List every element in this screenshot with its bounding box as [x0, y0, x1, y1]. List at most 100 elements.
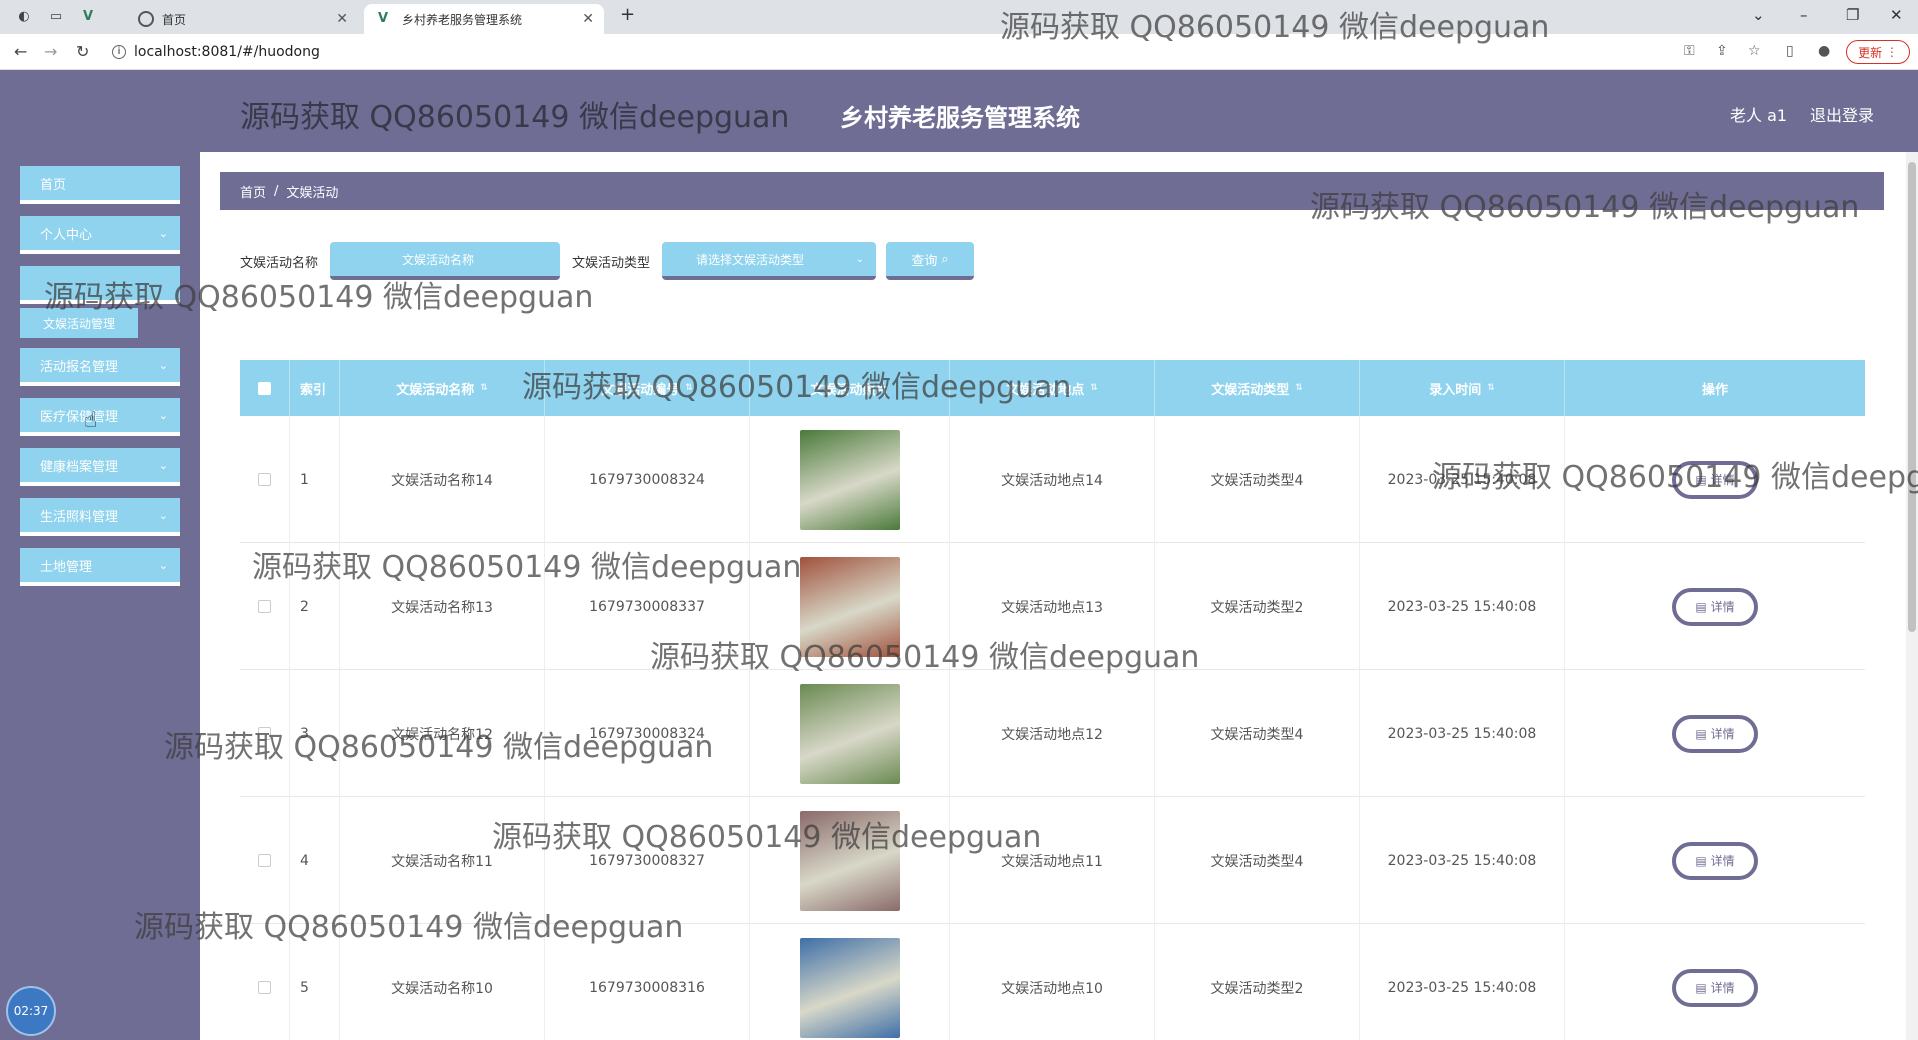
type-select-placeholder: 请选择文娱活动类型 — [696, 252, 805, 267]
chevron-down-icon[interactable]: ⌄ — [1752, 6, 1765, 24]
activity-photo[interactable] — [799, 683, 900, 784]
tab-home[interactable]: 首页 ✕ — [108, 4, 358, 34]
current-user: 老人 a1 — [1730, 106, 1788, 125]
clock-badge: 02:37 — [6, 986, 56, 1036]
detail-button[interactable]: ▤ 详情 — [1672, 460, 1758, 499]
row-checkbox[interactable] — [258, 854, 271, 867]
action-cell: ▤ 详情 — [1565, 670, 1865, 797]
vue-icon[interactable]: V — [80, 9, 96, 25]
chevron-down-icon: ⌄ — [158, 358, 168, 372]
activity-photo[interactable] — [799, 429, 900, 530]
window-close-icon[interactable]: ✕ — [1890, 6, 1903, 24]
restore-icon[interactable]: ❐ — [1846, 6, 1859, 24]
sidebar-item-activity[interactable] — [20, 266, 180, 304]
sidepanel-icon[interactable]: ▯ — [1786, 43, 1794, 59]
search-icon: ⌕ — [941, 251, 949, 267]
sidebar-item-label: 个人中心 — [40, 227, 93, 243]
code-cell: 1679730008316 — [545, 924, 750, 1040]
row-select-cell — [240, 924, 290, 1040]
sort-icon[interactable]: ⇅ — [480, 383, 488, 393]
column-header[interactable]: 文娱活动类型 ⇅ — [1155, 360, 1360, 416]
column-header-label: 文娱活动地点 — [1006, 382, 1085, 398]
url-field[interactable]: i localhost:8081/#/huodong — [112, 42, 320, 62]
entry-time: 2023-03-25 15:40:08 — [1387, 471, 1537, 488]
sidebar-item-care[interactable]: 生活照料管理 ⌄ — [20, 498, 180, 536]
column-header[interactable]: 文娱活动名称 ⇅ — [340, 360, 545, 416]
row-checkbox[interactable] — [258, 727, 271, 740]
sidebar-item-home[interactable]: 首页 — [20, 166, 180, 204]
key-icon[interactable]: ⚿ — [1684, 43, 1695, 59]
logout-link[interactable]: 退出登录 — [1810, 102, 1874, 126]
action-cell: ▤ 详情 — [1565, 924, 1865, 1040]
page-scrollbar[interactable] — [1906, 152, 1918, 1040]
index-cell: 4 — [290, 797, 340, 924]
chevron-down-icon: ⌄ — [158, 408, 168, 422]
info-icon[interactable]: i — [112, 45, 126, 59]
chevron-down-icon: ⌄ — [158, 226, 168, 240]
sidebar-item-personal[interactable]: 个人中心 ⌄ — [20, 216, 180, 254]
sort-icon[interactable]: ⇅ — [1295, 383, 1303, 393]
column-header[interactable]: 录入时间 ⇅ — [1360, 360, 1565, 416]
select-all-checkbox[interactable] — [258, 381, 271, 395]
name-search-input[interactable]: 文娱活动名称 — [330, 242, 561, 280]
type-search-label: 文娱活动类型 — [572, 255, 651, 271]
column-header[interactable]: 文娱活动地点 ⇅ — [950, 360, 1155, 416]
profile-icon[interactable]: ● — [1818, 43, 1830, 59]
sidebar-item-label: 首页 — [40, 177, 67, 193]
sort-icon[interactable]: ⇅ — [1487, 383, 1495, 393]
sort-icon[interactable]: ⇅ — [685, 383, 693, 393]
row-checkbox[interactable] — [258, 473, 271, 486]
table-header: 索引 文娱活动名称 ⇅ 文娱活动编号 ⇅ 文娱活动照片 文娱活动地点 ⇅ 文娱活动类型… — [240, 360, 1865, 416]
code-cell: 1679730008337 — [545, 543, 750, 670]
breadcrumb: 首页 / 文娱活动 — [220, 172, 1884, 210]
column-header: 文娱活动照片 — [750, 360, 950, 416]
sidebar-item-label: 医疗保健管理 — [40, 409, 119, 425]
photo-cell — [750, 924, 950, 1040]
activity-photo[interactable] — [799, 810, 900, 911]
sidebar-item-land[interactable]: 土地管理 ⌄ — [20, 548, 180, 586]
activity-photo[interactable] — [799, 937, 900, 1038]
sort-icon[interactable]: ⇅ — [1090, 383, 1098, 393]
row-checkbox[interactable] — [258, 600, 271, 613]
close-icon[interactable]: ✕ — [582, 11, 594, 27]
scrollbar-thumb[interactable] — [1908, 162, 1916, 632]
new-tab-icon[interactable]: + — [620, 4, 635, 25]
detail-button[interactable]: ▤ 详情 — [1672, 968, 1758, 1007]
chevron-down-icon: ⌄ — [158, 458, 168, 472]
detail-button[interactable]: ▤ 详情 — [1672, 714, 1758, 753]
location-cell: 文娱活动地点13 — [950, 543, 1155, 670]
index-cell: 2 — [290, 543, 340, 670]
vue-icon: V — [378, 11, 389, 26]
tab-system[interactable]: V 乡村养老服务管理系统 ✕ — [364, 4, 604, 34]
breadcrumb-home[interactable]: 首页 — [240, 182, 266, 201]
tab-blank-icon[interactable]: ▭ — [48, 9, 64, 25]
sidebar-item-health[interactable]: 健康档案管理 ⌄ — [20, 448, 180, 486]
detail-button[interactable]: ▤ 详情 — [1672, 587, 1758, 626]
query-button[interactable]: 查询 ⌕ — [886, 242, 975, 280]
row-checkbox[interactable] — [258, 981, 271, 994]
type-cell: 文娱活动类型4 — [1155, 670, 1360, 797]
close-icon[interactable]: ✕ — [336, 11, 348, 27]
sidebar-subitem-activity-manage[interactable]: 文娱活动管理 — [20, 308, 138, 338]
forward-icon[interactable]: → — [44, 42, 57, 61]
column-header-label: 文娱活动类型 — [1211, 382, 1290, 398]
photo-cell — [750, 670, 950, 797]
time-cell: 2023-03-25 15:40:08 — [1360, 670, 1565, 797]
sidebar-subitem-label: 文娱活动管理 — [42, 316, 115, 331]
column-header[interactable]: 文娱活动编号 ⇅ — [545, 360, 750, 416]
sidebar-item-label: 健康档案管理 — [40, 459, 119, 475]
update-button[interactable]: 更新 ⋮ — [1846, 40, 1910, 64]
share-icon[interactable]: ⇪ — [1716, 43, 1728, 59]
sidebar-item-medical[interactable]: 医疗保健管理 ⌄ — [20, 398, 180, 436]
reload-icon[interactable]: ↻ — [76, 42, 89, 61]
browser-back-ico-icon[interactable]: ◐ — [16, 9, 32, 25]
back-icon[interactable]: ← — [14, 42, 27, 61]
detail-button[interactable]: ▤ 详情 — [1672, 841, 1758, 880]
detail-button-label: 详情 — [1710, 600, 1735, 614]
type-select[interactable]: 请选择文娱活动类型 ⌄ — [662, 242, 877, 280]
star-icon[interactable]: ☆ — [1748, 43, 1761, 59]
minimize-icon[interactable]: – — [1800, 6, 1808, 24]
activity-photo[interactable] — [799, 556, 900, 657]
entry-time: 2023-03-25 15:40:08 — [1387, 852, 1537, 869]
sidebar-item-signup[interactable]: 活动报名管理 ⌄ — [20, 348, 180, 386]
